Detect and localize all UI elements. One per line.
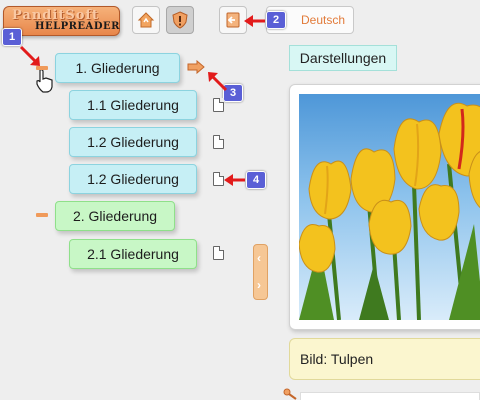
bottom-panel-edge [300, 392, 480, 400]
page-icon[interactable] [213, 246, 224, 260]
badge-4: 4 [246, 171, 266, 189]
image-caption: Bild: Tulpen [289, 338, 480, 380]
chevron-left-icon[interactable]: ‹ [257, 251, 261, 265]
next-arrow-icon[interactable] [187, 60, 205, 74]
home-button[interactable] [132, 6, 160, 34]
page-icon[interactable] [213, 98, 224, 112]
home-icon [137, 12, 155, 28]
language-label: Deutsch [301, 13, 346, 27]
red-arrow-icon [224, 174, 245, 186]
tree-node-1-2[interactable]: 1.2 Gliederung [69, 127, 197, 157]
side-pager[interactable]: ‹ › [253, 244, 268, 300]
red-arrow-icon [244, 15, 265, 27]
red-arrow-icon [208, 72, 228, 92]
hand-cursor-icon [36, 69, 53, 93]
logo-product-text: HELPREADER [35, 21, 120, 32]
badge-2: 2 [266, 11, 286, 29]
chevron-right-icon[interactable]: › [257, 278, 261, 292]
tulip-photo [299, 94, 480, 320]
image-card [289, 84, 480, 330]
page-icon[interactable] [213, 172, 224, 186]
page-icon[interactable] [213, 135, 224, 149]
alert-button[interactable] [166, 6, 194, 34]
resize-handle-icon[interactable] [283, 388, 297, 400]
collapse-minus-icon[interactable] [36, 213, 48, 217]
tree-node-2[interactable]: 2. Gliederung [55, 201, 175, 231]
tree-node-1-2b[interactable]: 1.2 Gliederung [69, 164, 197, 194]
tree-node-2-1[interactable]: 2.1 Gliederung [69, 239, 197, 269]
back-document-icon [226, 12, 240, 28]
alert-shield-icon [172, 11, 188, 29]
tree-node-1-1[interactable]: 1.1 Gliederung [69, 90, 197, 120]
collapse-minus-icon[interactable] [36, 66, 48, 70]
section-title: Darstellungen [289, 45, 397, 71]
tree-node-1[interactable]: 1. Gliederung [55, 53, 180, 83]
